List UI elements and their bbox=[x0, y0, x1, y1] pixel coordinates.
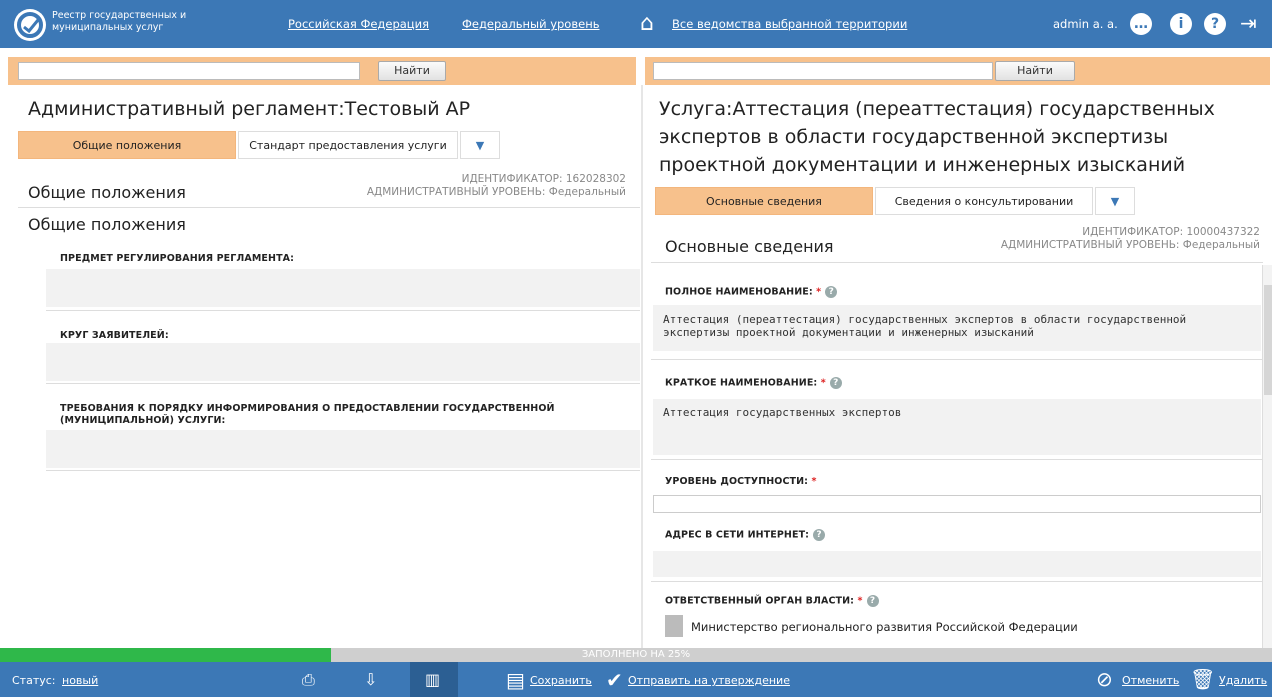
checkmark-icon[interactable]: ✔ bbox=[606, 668, 623, 692]
user-name[interactable]: admin a. a. bbox=[1053, 17, 1118, 31]
left-section-title: Общие положения bbox=[28, 183, 186, 202]
help-icon[interactable]: ? bbox=[813, 529, 826, 541]
right-panel: Услуга:Аттестация (переаттестация) госуд… bbox=[643, 85, 1272, 648]
field-label-info-requirements: ТРЕБОВАНИЯ К ПОРЯДКУ ИНФОРМИРОВАНИЯ О ПР… bbox=[60, 403, 555, 426]
tab-service-standard[interactable]: Стандарт предоставления услуги bbox=[238, 131, 458, 159]
divider bbox=[651, 459, 1263, 460]
right-section-title: Основные сведения bbox=[665, 237, 834, 256]
right-search-button[interactable]: Найти bbox=[995, 61, 1075, 81]
left-search-bar: Найти bbox=[8, 57, 636, 85]
help-icon[interactable]: ? bbox=[825, 286, 838, 298]
tab-basic-info[interactable]: Основные сведения bbox=[655, 187, 873, 215]
status-label: Статус: bbox=[12, 674, 56, 687]
short-name-label-text: КРАТКОЕ НАИМЕНОВАНИЕ: bbox=[665, 377, 818, 389]
cancel-button[interactable]: Отменить bbox=[1122, 674, 1179, 687]
full-name-label-text: ПОЛНОЕ НАИМЕНОВАНИЕ: bbox=[665, 286, 813, 298]
book-view-button[interactable]: ▥ bbox=[410, 662, 458, 697]
responsible-org-value[interactable]: Министерство регионального развития Росс… bbox=[691, 620, 1078, 634]
submit-approval-button[interactable]: Отправить на утверждение bbox=[628, 674, 790, 687]
save-icon[interactable]: ▤ bbox=[506, 668, 525, 692]
info-icon[interactable]: i bbox=[1170, 13, 1192, 35]
tab-general-provisions[interactable]: Общие положения bbox=[18, 131, 236, 159]
required-mark: * bbox=[808, 476, 817, 487]
field-label-full-name: ПОЛНОЕ НАИМЕНОВАНИЕ: *? bbox=[665, 286, 838, 298]
right-scrollbar[interactable] bbox=[1262, 265, 1272, 648]
organization-icon bbox=[665, 615, 683, 637]
divider bbox=[651, 262, 1263, 263]
divider bbox=[18, 207, 640, 208]
field-label-responsible-org: ОТВЕТСТВЕННЫЙ ОРГАН ВЛАСТИ: *? bbox=[665, 595, 879, 607]
left-subsection-title: Общие положения bbox=[28, 215, 186, 234]
help-icon[interactable]: ? bbox=[829, 377, 842, 389]
availability-label-text: УРОВЕНЬ ДОСТУПНОСТИ: bbox=[665, 476, 809, 487]
logout-icon[interactable]: ⇥ bbox=[1240, 11, 1257, 35]
help-icon[interactable]: ? bbox=[866, 595, 879, 607]
internet-label-text: АДРЕС В СЕТИ ИНТЕРНЕТ: bbox=[665, 529, 810, 541]
field-applicants-input[interactable] bbox=[46, 343, 640, 381]
field-label-applicants: КРУГ ЗАЯВИТЕЛЕЙ: bbox=[60, 330, 169, 341]
left-admin-level: АДМИНИСТРАТИВНЫЙ УРОВЕНЬ: Федеральный bbox=[366, 186, 626, 198]
left-page-title: Административный регламент:Тестовый АР bbox=[28, 98, 471, 120]
export-icon[interactable]: ⇩ bbox=[364, 670, 377, 689]
left-panel: Административный регламент:Тестовый АР О… bbox=[0, 85, 640, 648]
tabs-dropdown-icon[interactable]: ▼ bbox=[460, 131, 500, 159]
field-short-name-input[interactable]: Аттестация государственных экспертов bbox=[653, 399, 1261, 455]
status-bar: Статус: новый ⎙ ⇩ ▥ ▤ Сохранить ✔ Отправ… bbox=[0, 662, 1272, 697]
app-title[interactable]: Реестр государственных и муниципальных у… bbox=[52, 10, 222, 34]
left-search-input[interactable] bbox=[18, 62, 360, 80]
tab-consulting-info[interactable]: Сведения о консультировании bbox=[875, 187, 1093, 215]
required-mark: * bbox=[812, 286, 822, 298]
scrollbar-thumb[interactable] bbox=[1264, 285, 1272, 395]
divider bbox=[46, 470, 640, 471]
progress-text: ЗАПОЛНЕНО НА 25% bbox=[581, 649, 691, 660]
availability-select[interactable] bbox=[653, 495, 1261, 513]
tabs-dropdown-icon[interactable]: ▼ bbox=[1095, 187, 1135, 215]
field-label-internet-address: АДРЕС В СЕТИ ИНТЕРНЕТ:? bbox=[665, 529, 826, 541]
left-search-button[interactable]: Найти bbox=[378, 61, 446, 81]
print-icon[interactable]: ⎙ bbox=[302, 670, 315, 690]
delete-button[interactable]: Удалить bbox=[1219, 674, 1267, 687]
field-full-name-input[interactable]: Аттестация (переаттестация) государствен… bbox=[653, 305, 1261, 351]
federation-link[interactable]: Российская Федерация bbox=[288, 17, 429, 31]
chat-icon[interactable]: … bbox=[1130, 13, 1152, 35]
save-button[interactable]: Сохранить bbox=[530, 674, 592, 687]
right-search-input[interactable] bbox=[653, 62, 993, 80]
top-bar: Реестр государственных и муниципальных у… bbox=[0, 0, 1272, 48]
divider bbox=[651, 359, 1263, 360]
left-identifier: ИДЕНТИФИКАТОР: 162028302 bbox=[461, 173, 626, 185]
field-internet-address-input[interactable] bbox=[653, 551, 1261, 577]
field-subject-input[interactable] bbox=[46, 269, 640, 307]
required-mark: * bbox=[854, 595, 863, 607]
field-info-requirements-input[interactable] bbox=[46, 430, 640, 468]
field-label-short-name: КРАТКОЕ НАИМЕНОВАНИЕ: *? bbox=[665, 377, 842, 389]
divider bbox=[46, 383, 640, 384]
home-icon[interactable]: ⌂ bbox=[640, 11, 654, 36]
field-label-availability: УРОВЕНЬ ДОСТУПНОСТИ: * bbox=[665, 476, 817, 487]
completion-progress-bar: ЗАПОЛНЕНО НА 25% bbox=[0, 648, 1272, 662]
book-icon: ▥ bbox=[425, 670, 441, 689]
field-label-subject: ПРЕДМЕТ РЕГУЛИРОВАНИЯ РЕГЛАМЕНТА: bbox=[60, 253, 294, 264]
org-label-text: ОТВЕТСТВЕННЫЙ ОРГАН ВЛАСТИ: bbox=[665, 595, 855, 607]
required-mark: * bbox=[817, 377, 826, 389]
right-search-bar: Найти bbox=[645, 57, 1270, 85]
all-departments-link[interactable]: Все ведомства выбранной территории bbox=[672, 17, 907, 31]
registry-logo-icon[interactable] bbox=[14, 9, 46, 41]
right-page-title: Услуга:Аттестация (переаттестация) госуд… bbox=[659, 98, 1215, 176]
trash-icon[interactable]: 🗑 bbox=[1190, 667, 1215, 691]
status-value-link[interactable]: новый bbox=[62, 674, 98, 687]
right-identifier: ИДЕНТИФИКАТОР: 10000437322 bbox=[1082, 226, 1260, 238]
help-icon[interactable]: ? bbox=[1204, 13, 1226, 35]
divider bbox=[46, 310, 640, 311]
divider bbox=[651, 581, 1263, 582]
right-admin-level: АДМИНИСТРАТИВНЫЙ УРОВЕНЬ: Федеральный bbox=[1000, 239, 1260, 251]
level-link[interactable]: Федеральный уровень bbox=[462, 17, 600, 31]
cancel-icon[interactable]: ⊘ bbox=[1096, 667, 1113, 691]
